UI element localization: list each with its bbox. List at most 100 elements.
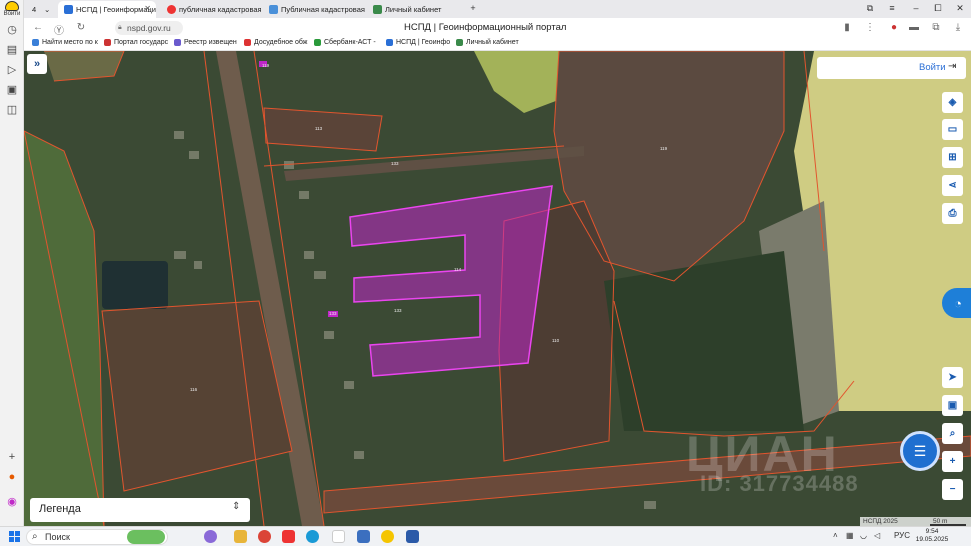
search-placeholder: Поиск	[45, 532, 70, 542]
legend-panel[interactable]: Легенда ⇕	[30, 498, 250, 522]
plot-label[interactable]: 114	[454, 267, 461, 272]
zoom-in-button[interactable]: +	[942, 451, 963, 472]
print-icon: ⎙	[948, 208, 957, 219]
yandex-home-icon[interactable]: Ⓨ	[53, 22, 65, 37]
expand-panel-button[interactable]: »	[27, 54, 47, 74]
plot-label[interactable]: 119	[262, 63, 269, 68]
plot-label[interactable]: 116	[190, 387, 197, 392]
plot-label[interactable]: 110	[552, 338, 559, 343]
media-icon[interactable]: ◫	[5, 102, 19, 116]
chevron-up-icon[interactable]: ˄	[833, 531, 838, 540]
close-window-button[interactable]: ✕	[954, 3, 966, 14]
bookmark-item[interactable]: Личный кабинет	[456, 39, 519, 46]
zoom-out-button[interactable]: −	[942, 479, 963, 500]
attribution-text: НСПД 2025	[863, 518, 898, 525]
alice-icon[interactable]: ◉	[5, 494, 19, 508]
tab-public-cadastral-2[interactable]: Публичная кадастровая к	[263, 1, 365, 18]
login-label: Войти	[919, 62, 946, 73]
login-button[interactable]: Войти ⇥	[817, 57, 966, 79]
plot-label[interactable]: 119	[660, 146, 667, 151]
map-favicon-icon	[269, 5, 278, 14]
yandex-browser-icon[interactable]	[332, 530, 345, 543]
location-search-icon: ⌕	[949, 428, 956, 439]
bookmark-manager-icon[interactable]: ⧉	[864, 3, 876, 14]
remote-desktop-icon[interactable]	[357, 530, 370, 543]
print-tool[interactable]: ⎙	[942, 203, 963, 224]
bookmark-icon[interactable]: ▮	[841, 22, 853, 33]
bookmark-item[interactable]: Найти место по к	[32, 39, 98, 46]
restore-button[interactable]: ⧠	[932, 3, 944, 14]
reader-icon[interactable]: ▬	[908, 22, 920, 33]
sidebar-login-label: Войти	[3, 11, 21, 17]
bookmark-item[interactable]: НСПД | Геоинфо	[386, 39, 450, 46]
tabs-menu[interactable]: ⌄	[41, 1, 53, 18]
plot-label[interactable]: 133	[391, 161, 399, 166]
tab-public-cadastral-1[interactable]: публичная кадастровая	[161, 1, 261, 18]
add-icon[interactable]: +	[5, 450, 19, 464]
bookmark-item[interactable]: Портал государс	[104, 39, 168, 46]
bookmark-label: Найти место по к	[42, 39, 98, 46]
share-tool[interactable]: ⋖	[942, 175, 963, 196]
language-indicator[interactable]: РУС	[894, 531, 910, 540]
new-tab-button[interactable]: +	[467, 3, 479, 13]
chat-icon: ◔	[954, 295, 962, 311]
back-icon[interactable]: ←	[32, 22, 44, 33]
wifi-icon[interactable]: ◡	[860, 531, 867, 540]
page-title: НСПД | Геоинформационный портал	[404, 22, 567, 33]
history-icon[interactable]: ◷	[5, 22, 19, 36]
browser-sidebar: Войти ◷ ▤ ▷ ▣ ◫ + ● ◉	[0, 0, 24, 526]
locate-tool[interactable]: ➤	[942, 367, 963, 388]
collections-icon[interactable]: ▤	[5, 42, 19, 56]
plot-label[interactable]: 133	[329, 311, 337, 316]
alice-app-icon[interactable]	[204, 530, 217, 543]
close-tab-icon[interactable]: ✕	[144, 4, 151, 13]
bookmark-label: Досудебное обж	[254, 39, 308, 46]
yandex-logo[interactable]: Войти	[2, 0, 22, 18]
tab-nspd[interactable]: НСПД | Геоинформацио ✕	[58, 1, 156, 18]
select-area-icon: ⊞	[948, 152, 957, 163]
plot-label[interactable]: 113	[315, 126, 322, 131]
select-area-tool[interactable]: ⊞	[942, 147, 963, 168]
yandex-music-icon[interactable]	[381, 530, 394, 543]
address-bar: ← Ⓨ ↻ 🔒︎ nspd.gov.ru НСПД | Геоинформаци…	[24, 18, 971, 38]
minimize-button[interactable]: –	[910, 3, 922, 13]
more-icon[interactable]: ⋮	[864, 22, 876, 33]
downloads-icon[interactable]: ⧉	[930, 22, 942, 33]
market-icon[interactable]: ●	[5, 470, 19, 484]
extension-icon[interactable]: ●	[888, 22, 900, 33]
download-icon[interactable]: ⤓	[952, 22, 964, 33]
menu-icon[interactable]: ≡	[886, 3, 898, 13]
notes-icon[interactable]: ▣	[5, 82, 19, 96]
clock[interactable]: 9:54 19.05.2025	[912, 528, 952, 544]
url-field[interactable]: 🔒︎ nspd.gov.ru	[115, 21, 183, 35]
bookmark-item[interactable]: Реестр извещен	[174, 39, 237, 46]
start-button[interactable]	[9, 531, 21, 543]
map-canvas[interactable]: 113 133 119 114 133 110 116 133 119 ЦИАН…	[24, 51, 971, 526]
reload-icon[interactable]: ↻	[75, 22, 87, 33]
network-icon[interactable]: ▦	[846, 531, 854, 540]
file-explorer-icon[interactable]	[234, 530, 247, 543]
yandex-app-icon[interactable]	[282, 530, 295, 543]
watermark-id: ID: 317734488	[700, 471, 859, 496]
edge-icon[interactable]	[306, 530, 319, 543]
bookmark-item[interactable]: Досудебное обж	[244, 39, 308, 46]
search-location-tool[interactable]: ⌕	[942, 423, 963, 444]
layers-icon: ◈	[948, 97, 957, 108]
messages-fab[interactable]: ☰	[900, 431, 940, 471]
bookmark-item[interactable]: Сбербанк-АСТ -	[314, 39, 376, 46]
layers-tool[interactable]: ◈	[942, 92, 963, 113]
video-icon[interactable]: ▷	[5, 62, 19, 76]
chrome-icon[interactable]	[258, 530, 271, 543]
volume-icon[interactable]: ◁	[874, 531, 880, 540]
plot-label[interactable]: 133	[394, 308, 402, 313]
ruler-tool[interactable]: ▭	[942, 119, 963, 140]
taskbar-search[interactable]: ⌕ Поиск	[26, 529, 168, 545]
tab-personal-account[interactable]: Личный кабинет	[367, 1, 467, 18]
word-icon[interactable]	[406, 530, 419, 543]
lock-icon: 🔒︎	[118, 24, 122, 31]
support-chat-button[interactable]: ◔	[942, 288, 971, 318]
bookmark-favicon-icon	[32, 39, 39, 46]
expand-legend-icon: ⇕	[232, 501, 241, 512]
ruler-icon: ▭	[947, 124, 958, 135]
basemap-tool[interactable]: ▣	[942, 395, 963, 416]
